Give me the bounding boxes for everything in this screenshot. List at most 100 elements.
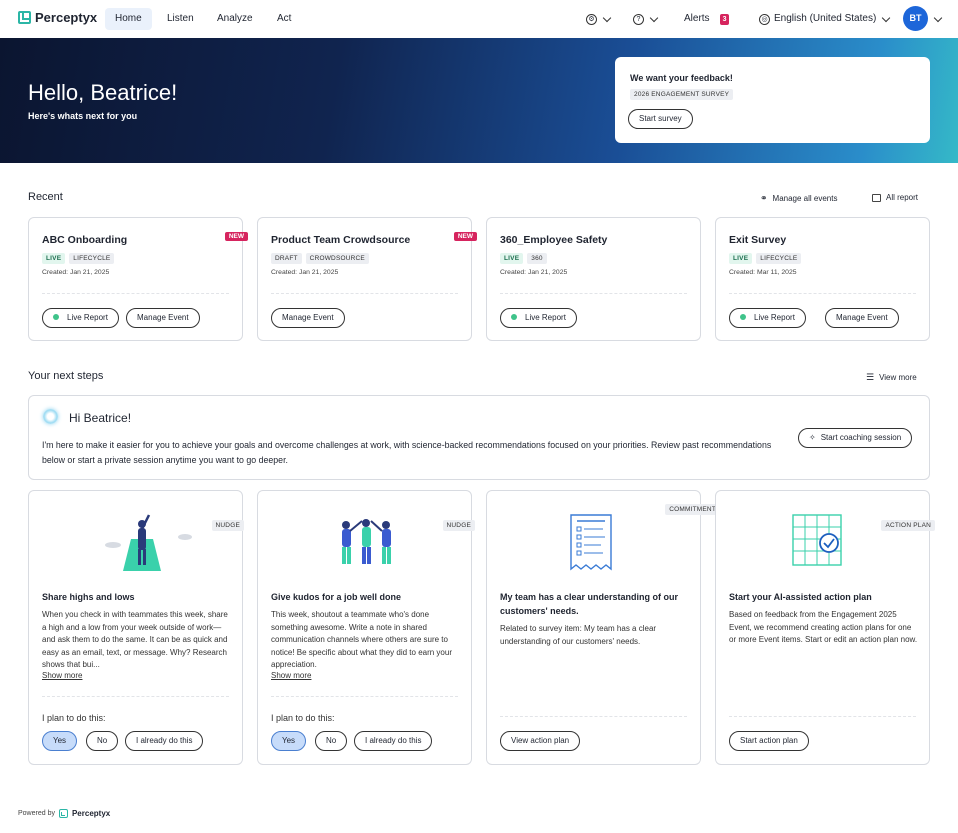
recent-event-card: 360_Employee Safety LIVE 360 Created: Ja… [486,217,701,341]
action-plan-card: ACTION PLAN Start your AI-assisted actio… [715,490,935,765]
event-title[interactable]: Product Team Crowdsource [271,234,410,246]
list-icon: ☰ [866,372,875,382]
tab-analyze[interactable]: Analyze [207,8,263,30]
divider [500,293,687,294]
view-action-plan-button[interactable]: View action plan [500,731,581,751]
globe-icon: ◎ [759,13,770,25]
help-icon: ? [633,13,644,25]
event-title[interactable]: Exit Survey [729,234,786,246]
yes-option[interactable]: Yes [42,731,78,751]
alerts-count-badge: 3 [719,13,730,25]
event-title[interactable]: ABC Onboarding [42,234,127,246]
status-tag: LIVE [500,253,524,264]
start-action-plan-button[interactable]: Start action plan [729,731,809,751]
chevron-down-icon [649,13,659,22]
coaching-card: Hi Beatrice! I'm here to make it easier … [28,395,930,480]
superhero-illustration [105,514,192,571]
show-more-link[interactable]: Show more [271,671,311,680]
footer-brand: Perceptyx [71,809,111,818]
coach-greeting: Hi Beatrice! [69,411,132,425]
team-kudos-illustration [342,519,391,564]
sparkle-icon: ✧ [809,433,816,442]
alerts-button[interactable]: Alerts 3 [684,8,730,30]
card-description: When you check in with teammates this we… [42,610,228,670]
language-label: English (United States) [774,13,877,24]
type-badge: ACTION PLAN [881,520,935,531]
brand-logo[interactable]: Perceptyx [18,10,97,25]
all-report-label: All report [886,193,919,202]
divider [271,293,458,294]
recent-event-card: Product Team Crowdsource NEW DRAFT CROWD… [257,217,477,341]
type-tag: 360 [527,253,547,264]
created-date: Created: Jan 21, 2025 [500,269,568,276]
plan-label: I plan to do this: [271,713,335,723]
start-survey-button[interactable]: Start survey [628,109,693,129]
card-title: My team has a clear understanding of our… [500,592,679,616]
feedback-card: We want your feedback! 2026 ENGAGEMENT S… [615,57,930,143]
chevron-down-icon [933,13,943,22]
created-date: Created: Jan 21, 2025 [271,269,339,276]
live-report-button[interactable]: Live Report [42,308,119,328]
live-dot-icon [53,313,59,320]
nudge-card: NUDGE Share highs and lows When you chec… [28,490,244,765]
help-menu[interactable]: ? [633,8,659,30]
card-title: Give kudos for a job well done [271,592,402,602]
recent-event-card: Exit Survey LIVE LIFECYCLE Created: Mar … [715,217,930,341]
live-dot-icon [511,313,517,320]
coach-message: I'm here to make it easier for you to ac… [42,440,772,465]
hero-banner: Hello, Beatrice! Here's whats next for y… [0,38,958,163]
avatar[interactable]: BT [903,6,928,31]
view-more-link[interactable]: ☰ View more [866,372,917,383]
live-report-button[interactable]: Live Report [500,308,577,328]
card-description: This week, shoutout a teammate who's don… [271,610,452,670]
alerts-label: Alerts [684,13,710,24]
card-title: Share highs and lows [42,592,135,602]
status-tag: LIVE [729,253,753,264]
manage-event-button[interactable]: Manage Event [126,308,200,328]
already-do-this-option[interactable]: I already do this [354,731,433,751]
recent-event-card: ABC Onboarding NEW LIVE LIFECYCLE Create… [28,217,248,341]
event-title[interactable]: 360_Employee Safety [500,234,607,246]
no-option[interactable]: No [86,731,119,751]
view-more-label: View more [879,373,917,382]
live-report-button[interactable]: Live Report [729,308,806,328]
tab-act[interactable]: Act [267,8,301,30]
greeting-subtitle: Here's whats next for you [28,111,138,121]
events-icon: ⚭ [760,193,768,203]
language-selector[interactable]: ◎ English (United States) [759,8,891,30]
yes-option[interactable]: Yes [271,731,307,751]
type-badge: COMMITMENT [665,504,720,515]
live-report-label: Live Report [67,313,108,322]
manage-all-events-link[interactable]: ⚭ Manage all events [760,193,837,204]
chevron-down-icon [882,13,891,22]
nudge-card: NUDGE Give kudos for a job well done Thi… [257,490,475,765]
survey-tag: 2026 ENGAGEMENT SURVEY [630,89,734,100]
divider [500,716,687,717]
start-coaching-session-button[interactable]: ✧ Start coaching session [798,428,913,448]
divider [729,293,916,294]
tab-listen[interactable]: Listen [157,8,204,30]
new-badge: NEW [453,232,477,241]
tab-home[interactable]: Home [105,8,152,30]
type-tag: LIFECYCLE [69,253,115,264]
show-more-link[interactable]: Show more [42,671,82,680]
feedback-title: We want your feedback! [630,73,733,83]
live-report-label: Live Report [525,313,566,322]
already-do-this-option[interactable]: I already do this [125,731,204,751]
all-report-link[interactable]: All report [872,193,918,202]
settings-menu[interactable]: ⚙ [586,8,612,30]
powered-by-label: Powered by [18,810,55,817]
greeting-title: Hello, Beatrice! [28,80,178,105]
next-steps-title: Your next steps [28,370,104,382]
user-menu-toggle[interactable] [932,8,943,30]
manage-event-button[interactable]: Manage Event [825,308,899,328]
type-badge: NUDGE [211,520,244,531]
divider [271,696,458,697]
card-description: Based on feedback from the Engagement 20… [729,610,918,645]
logo-icon [58,809,68,818]
no-option[interactable]: No [315,731,348,751]
manage-event-button[interactable]: Manage Event [271,308,345,328]
status-tag: LIVE [42,253,66,264]
ai-orb-icon [43,409,58,424]
chevron-down-icon [602,13,612,22]
